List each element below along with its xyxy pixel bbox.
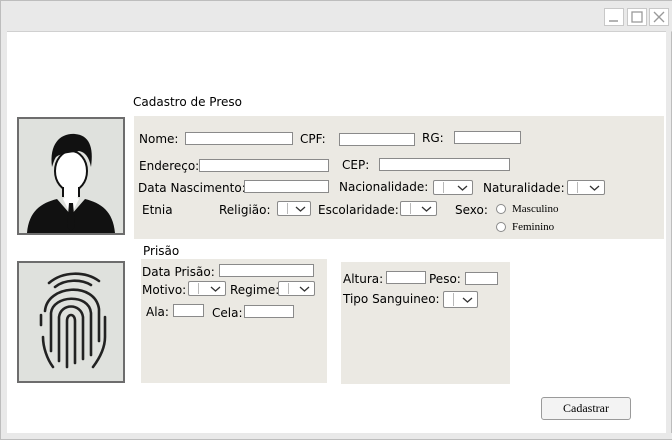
chevron-down-icon [299, 286, 310, 292]
rg-input[interactable] [454, 131, 521, 144]
nome-label: Nome: [139, 132, 179, 146]
etnia-label: Etnia [142, 203, 173, 217]
cela-label: Cela: [212, 306, 243, 320]
peso-input[interactable] [465, 272, 498, 285]
close-icon [653, 11, 665, 23]
motivo-select[interactable] [188, 281, 226, 296]
ala-input[interactable] [173, 304, 204, 317]
regime-select[interactable] [278, 281, 315, 296]
tipo-sanguineo-select[interactable] [443, 291, 478, 308]
data-nascimento-label: Data Nascimento: [138, 181, 246, 195]
photo-frame[interactable] [17, 117, 125, 235]
peso-label: Peso: [429, 272, 461, 286]
sexo-masculino-radio[interactable] [496, 204, 506, 214]
sexo-feminino-radio[interactable] [496, 222, 506, 232]
window-border-right [666, 31, 671, 435]
naturalidade-select[interactable] [567, 180, 605, 195]
maximize-button[interactable] [627, 8, 647, 26]
chevron-down-icon [457, 185, 468, 191]
window-border-left [1, 31, 7, 435]
nacionalidade-label: Nacionalidade: [339, 180, 429, 194]
close-button[interactable] [649, 8, 669, 26]
escolaridade-select[interactable] [400, 201, 437, 216]
sexo-feminino-label: Feminino [512, 221, 555, 233]
ala-label: Ala: [146, 305, 169, 319]
motivo-label: Motivo: [142, 283, 187, 297]
minimize-icon [609, 20, 618, 22]
chevron-down-icon [210, 286, 221, 292]
data-prisao-label: Data Prisão: [142, 265, 215, 279]
data-nascimento-input[interactable] [244, 180, 329, 193]
minimize-button[interactable] [604, 8, 624, 26]
prisao-section-label: Prisão [143, 244, 180, 258]
endereco-label: Endereço: [139, 159, 200, 173]
escolaridade-label: Escolaridade: [318, 203, 399, 217]
chevron-down-icon [462, 297, 473, 303]
endereco-input[interactable] [199, 159, 329, 172]
nacionalidade-select[interactable] [433, 180, 473, 195]
altura-input[interactable] [386, 271, 426, 284]
cadastrar-button[interactable]: Cadastrar [541, 397, 631, 420]
sexo-masculino-label: Masculino [512, 203, 559, 215]
fingerprint-frame[interactable] [17, 261, 125, 383]
sexo-label: Sexo: [455, 203, 488, 217]
form-title: Cadastro de Preso [133, 95, 242, 109]
fingerprint-icon [19, 263, 123, 381]
naturalidade-label: Naturalidade: [483, 181, 565, 195]
religiao-label: Religião: [219, 203, 271, 217]
app-window: Cadastro de Preso Nome: CPF: RG: Endereç… [0, 0, 672, 440]
maximize-icon [631, 11, 643, 23]
cep-label: CEP: [342, 158, 370, 172]
cep-input[interactable] [379, 158, 510, 171]
window-border-bottom [1, 433, 672, 439]
cpf-label: CPF: [300, 132, 326, 146]
title-bar [1, 1, 672, 32]
tipo-sanguineo-label: Tipo Sanguineo: [343, 292, 440, 306]
data-prisao-input[interactable] [219, 264, 314, 277]
cpf-input[interactable] [339, 133, 415, 146]
chevron-down-icon [589, 185, 600, 191]
altura-label: Altura: [343, 272, 384, 286]
regime-label: Regime: [230, 283, 280, 297]
religiao-select[interactable] [277, 201, 311, 216]
cela-input[interactable] [244, 305, 294, 318]
chevron-down-icon [295, 206, 306, 212]
chevron-down-icon [421, 206, 432, 212]
person-silhouette-icon [19, 119, 123, 233]
nome-input[interactable] [185, 132, 293, 145]
rg-label: RG: [422, 131, 444, 145]
